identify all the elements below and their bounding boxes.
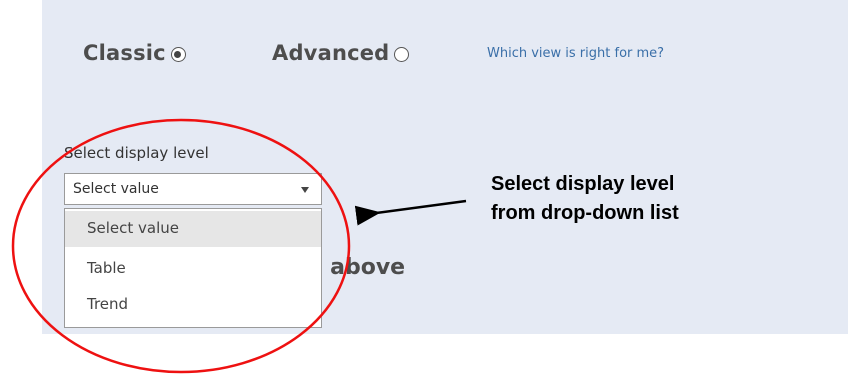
dropdown-option-label: Table	[87, 259, 126, 277]
display-level-dropdown: Select value Table Trend	[64, 208, 322, 328]
callout-line-2: from drop-down list	[491, 202, 679, 224]
classic-view-option[interactable]: Classic	[83, 41, 186, 65]
advanced-view-option[interactable]: Advanced	[272, 41, 410, 65]
select-current-value: Select value	[73, 181, 159, 197]
chevron-down-icon[interactable]	[301, 187, 309, 193]
display-level-label: Select display level	[64, 144, 209, 162]
dropdown-option-label: Select value	[87, 219, 180, 237]
dropdown-option-trend[interactable]: Trend	[65, 287, 321, 323]
advanced-label: Advanced	[272, 41, 390, 65]
radio-unchecked-icon[interactable]	[394, 47, 410, 62]
dropdown-option-table[interactable]: Table	[65, 251, 321, 287]
dropdown-option-label: Trend	[87, 295, 129, 313]
annotation-callout: Select display level from drop-down list	[491, 170, 679, 228]
callout-line-1: Select display level	[491, 173, 675, 195]
screenshot-stage: Classic Advanced Which view is right for…	[0, 0, 848, 375]
view-help-link[interactable]: Which view is right for me?	[487, 46, 664, 61]
classic-label: Classic	[83, 41, 166, 65]
dropdown-option-select-value[interactable]: Select value	[65, 211, 321, 247]
radio-checked-icon[interactable]	[170, 47, 186, 62]
display-level-select[interactable]: Select value	[64, 173, 322, 205]
